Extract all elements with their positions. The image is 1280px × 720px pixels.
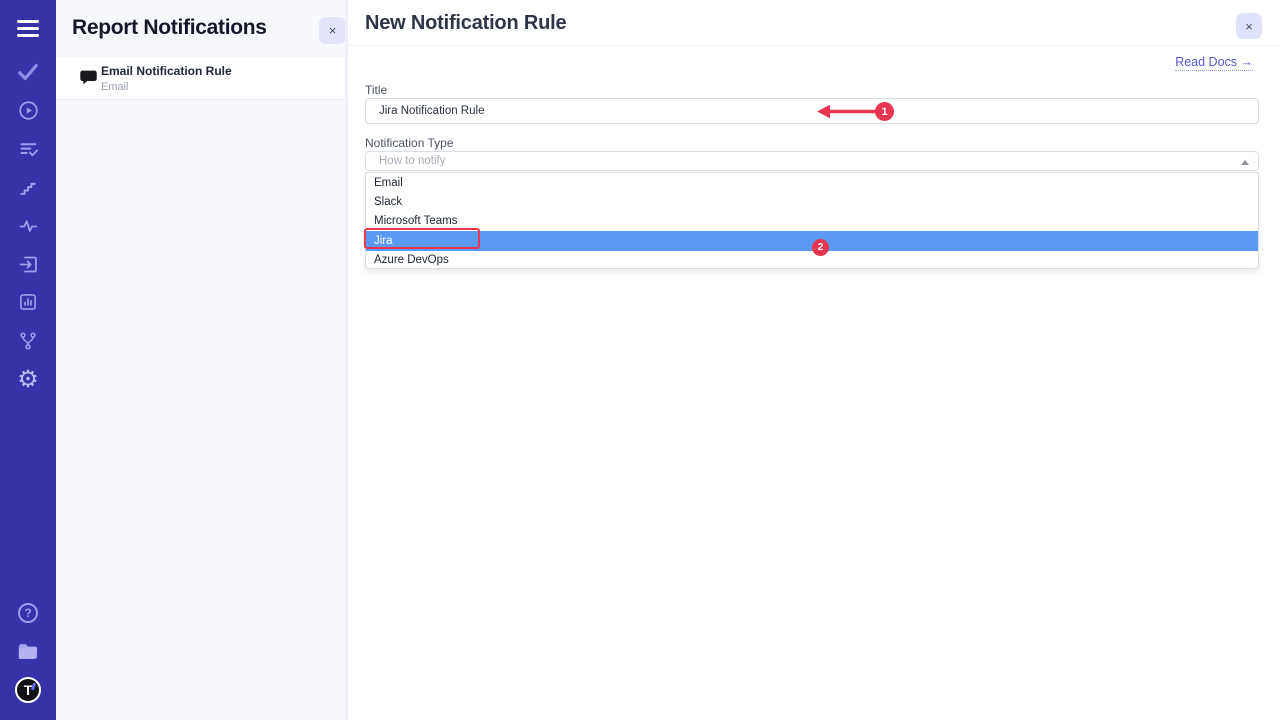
- dropdown-option-jira[interactable]: Jira: [366, 231, 1258, 250]
- app-window: ⚙ ? T Report Notifications × Email Notif…: [0, 0, 1280, 720]
- dropdown-option-email[interactable]: Email: [366, 173, 1258, 192]
- dropdown-option-slack[interactable]: Slack: [366, 192, 1258, 211]
- logo-accent: [31, 683, 36, 691]
- play-circle-icon[interactable]: [0, 96, 56, 124]
- notification-rule-list-item[interactable]: Email Notification Rule Email: [56, 57, 345, 100]
- settings-gear-icon[interactable]: ⚙: [0, 366, 56, 394]
- notification-type-label: Notification Type: [365, 136, 454, 150]
- activity-icon[interactable]: [0, 212, 56, 240]
- logo-letter: T: [24, 682, 33, 698]
- notification-type-dropdown: Email Slack Microsoft Teams Jira Azure D…: [365, 172, 1259, 269]
- new-notification-rule-dialog: New Notification Rule × Read Docs → Titl…: [348, 0, 1280, 720]
- close-icon: ×: [1245, 19, 1253, 34]
- title-input[interactable]: [365, 98, 1259, 124]
- report-notifications-panel: Report Notifications × Email Notificatio…: [56, 0, 345, 720]
- panel-title: Report Notifications: [72, 16, 267, 40]
- list-check-icon[interactable]: [0, 135, 56, 163]
- rule-item-subtitle: Email: [101, 81, 129, 93]
- title-field-label: Title: [365, 83, 387, 97]
- close-icon: ×: [329, 23, 337, 38]
- dialog-title: New Notification Rule: [365, 12, 566, 35]
- dropdown-option-azure-devops[interactable]: Azure DevOps: [366, 251, 1258, 270]
- help-glyph: ?: [18, 603, 38, 623]
- dialog-close-button[interactable]: ×: [1236, 13, 1262, 39]
- notification-type-select[interactable]: How to notify: [365, 151, 1259, 171]
- panel-close-button[interactable]: ×: [319, 17, 346, 44]
- rule-item-title: Email Notification Rule: [101, 64, 232, 78]
- dialog-header: New Notification Rule ×: [348, 0, 1280, 46]
- folder-icon[interactable]: [0, 637, 56, 665]
- read-docs-link[interactable]: Read Docs →: [1175, 55, 1253, 71]
- steps-icon[interactable]: [0, 174, 56, 202]
- bar-chart-icon[interactable]: [0, 288, 56, 316]
- icon-sidebar: ⚙ ? T: [0, 0, 56, 720]
- app-logo[interactable]: T: [0, 676, 56, 704]
- branch-icon[interactable]: [0, 327, 56, 355]
- check-icon[interactable]: [0, 58, 56, 86]
- help-icon[interactable]: ?: [0, 599, 56, 627]
- dropdown-option-microsoft-teams[interactable]: Microsoft Teams: [366, 212, 1258, 231]
- sign-in-icon[interactable]: [0, 250, 56, 278]
- menu-icon[interactable]: [0, 14, 56, 42]
- speech-bubble-icon: [79, 68, 98, 92]
- gear-glyph: ⚙: [17, 368, 39, 392]
- caret-up-icon: [1241, 160, 1249, 165]
- select-placeholder: How to notify: [379, 155, 445, 167]
